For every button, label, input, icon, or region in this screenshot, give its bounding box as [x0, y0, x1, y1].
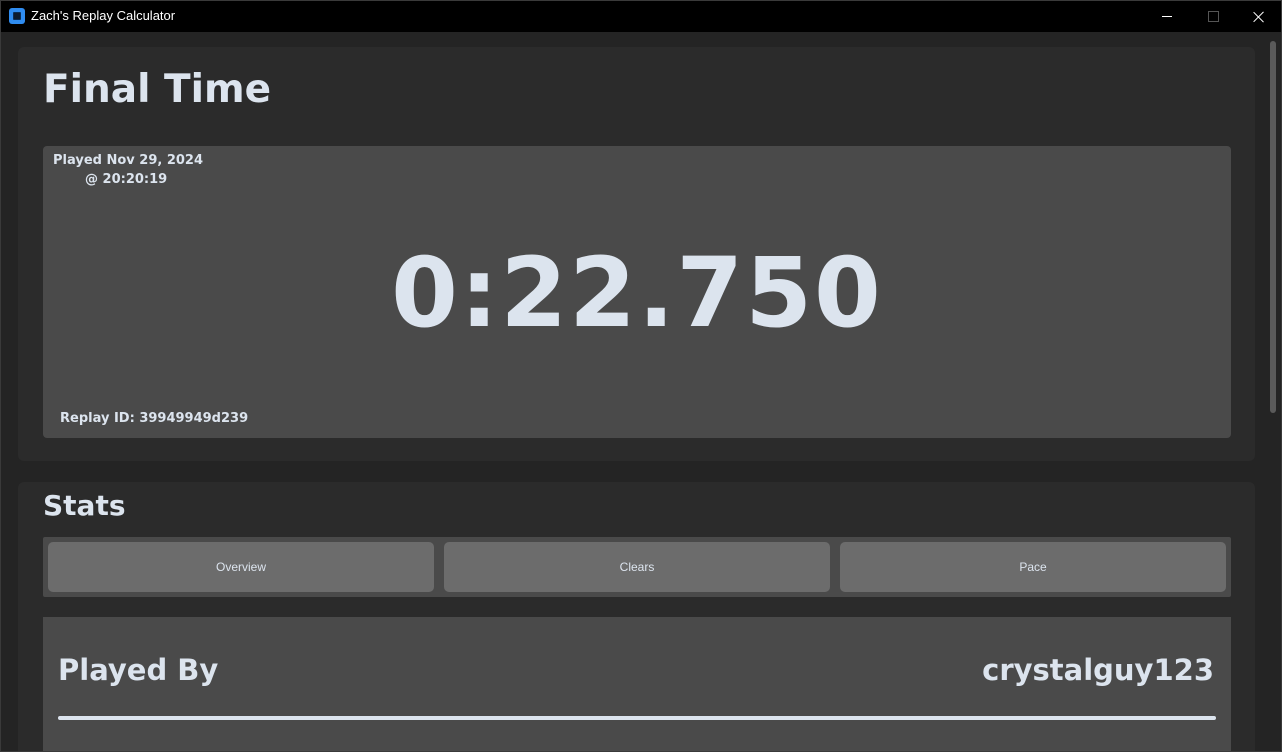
played-date: Played Nov 29, 2024 [53, 153, 204, 168]
tab-pace[interactable]: Pace [840, 542, 1226, 592]
scroll-thumb[interactable] [1270, 41, 1276, 413]
title-bar[interactable]: Zach's Replay Calculator [1, 1, 1281, 32]
tab-clears[interactable]: Clears [444, 542, 830, 592]
final-time-value: 0:22.750 [391, 237, 883, 349]
replay-id: Replay ID: 39949949d239 [60, 411, 249, 426]
maximize-icon [1207, 11, 1219, 22]
final-time-heading: Final Time [43, 67, 272, 112]
played-time: @ 20:20:19 [85, 172, 168, 187]
app-icon [9, 8, 25, 24]
app-window: Zach's Replay Calculator Final Time Play… [0, 0, 1282, 752]
stats-heading: Stats [43, 489, 126, 522]
tab-overview[interactable]: Overview [48, 542, 434, 592]
window-title: Zach's Replay Calculator [31, 8, 176, 23]
played-by-value: crystalguy123 [982, 653, 1214, 687]
close-icon [1253, 11, 1265, 23]
minimize-icon [1162, 16, 1172, 17]
maximize-button[interactable] [1190, 1, 1236, 32]
scrollbar[interactable] [1268, 39, 1278, 749]
divider [58, 716, 1216, 720]
played-by-label: Played By [58, 653, 219, 687]
close-button[interactable] [1236, 1, 1281, 32]
minimize-button[interactable] [1144, 1, 1190, 32]
